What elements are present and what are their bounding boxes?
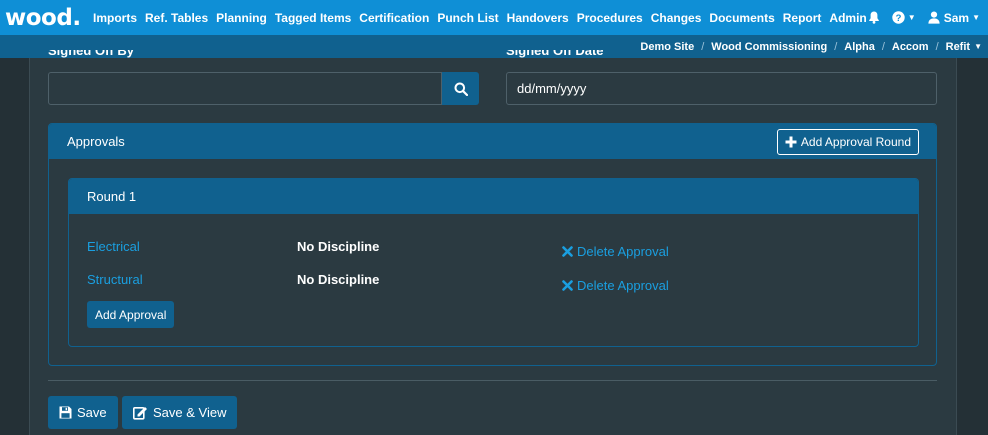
delete-approval-button[interactable]: Delete Approval xyxy=(562,244,669,259)
breadcrumb-separator: / xyxy=(701,40,705,53)
close-icon xyxy=(562,280,573,291)
user-icon xyxy=(928,11,940,24)
add-approval-round-label: Add Approval Round xyxy=(800,134,911,149)
approval-status: No Discipline xyxy=(297,239,380,254)
search-icon xyxy=(454,82,468,96)
approval-row: Electrical No Discipline Delete Approval xyxy=(69,239,918,259)
brand-logo[interactable]: wood. xyxy=(5,5,89,31)
form-divider xyxy=(48,380,937,381)
save-label: Save xyxy=(77,405,107,420)
approval-discipline-link[interactable]: Electrical xyxy=(87,239,140,254)
approvals-title: Approvals xyxy=(67,134,125,149)
floppy-disk-icon xyxy=(59,406,72,419)
breadcrumb-separator: / xyxy=(834,40,838,53)
nav-item-tagged-items[interactable]: Tagged Items xyxy=(275,11,351,25)
add-approval-round-button[interactable]: Add Approval Round xyxy=(776,128,919,155)
help-menu-button[interactable]: ? ▼ xyxy=(892,11,916,24)
notifications-button[interactable] xyxy=(868,11,880,24)
delete-approval-button[interactable]: Delete Approval xyxy=(562,278,669,293)
nav-item-certification[interactable]: Certification xyxy=(359,11,429,25)
chevron-down-icon[interactable]: ▼ xyxy=(974,42,982,51)
approval-discipline-link[interactable]: Structural xyxy=(87,272,143,287)
approval-status: No Discipline xyxy=(297,272,380,287)
approvals-header: Approvals Add Approval Round xyxy=(49,124,936,159)
delete-approval-label: Delete Approval xyxy=(577,244,669,259)
nav-item-punch-list[interactable]: Punch List xyxy=(437,11,498,25)
chevron-down-icon: ▼ xyxy=(972,13,980,22)
round-title: Round 1 xyxy=(69,179,918,214)
signed-off-date-label: Signed Off Date xyxy=(506,50,604,58)
breadcrumb-item-subsystem[interactable]: Refit xyxy=(946,41,970,53)
chevron-down-icon: ▼ xyxy=(907,13,916,22)
breadcrumb-item-site[interactable]: Demo Site xyxy=(640,41,694,53)
search-button[interactable] xyxy=(442,72,479,105)
main-nav: Imports Ref. Tables Planning Tagged Item… xyxy=(89,11,871,25)
approval-round: Round 1 Electrical No Discipline Delete … xyxy=(68,178,919,347)
breadcrumb: Demo Site / Wood Commissioning / Alpha /… xyxy=(0,35,988,58)
save-and-view-button[interactable]: Save & View xyxy=(122,396,238,429)
nav-item-planning[interactable]: Planning xyxy=(216,11,267,25)
edit-document-icon xyxy=(133,406,147,420)
nav-item-admin[interactable]: Admin xyxy=(829,11,866,25)
signed-off-date-input[interactable]: dd/mm/yyyy xyxy=(506,72,937,105)
nav-item-documents[interactable]: Documents xyxy=(709,11,774,25)
breadcrumb-separator: / xyxy=(881,40,885,53)
nav-item-changes[interactable]: Changes xyxy=(651,11,702,25)
bell-icon xyxy=(868,11,879,24)
breadcrumb-item-project[interactable]: Wood Commissioning xyxy=(711,41,827,53)
plus-icon xyxy=(785,136,797,147)
breadcrumb-item-system[interactable]: Accom xyxy=(892,41,929,53)
save-and-view-label: Save & View xyxy=(153,405,227,420)
nav-item-ref-tables[interactable]: Ref. Tables xyxy=(145,11,208,25)
approvals-panel: Approvals Add Approval Round Round 1 Ele… xyxy=(48,123,937,366)
save-button[interactable]: Save xyxy=(48,396,118,429)
nav-right-tools: ? ▼ Sam ▼ xyxy=(868,0,980,35)
nav-item-report[interactable]: Report xyxy=(783,11,822,25)
top-navbar: wood. Imports Ref. Tables Planning Tagge… xyxy=(0,0,988,35)
nav-item-imports[interactable]: Imports xyxy=(93,11,137,25)
breadcrumb-item-area[interactable]: Alpha xyxy=(844,41,875,53)
help-icon: ? xyxy=(892,11,905,24)
signed-off-by-input[interactable] xyxy=(48,72,442,105)
delete-approval-label: Delete Approval xyxy=(577,278,669,293)
user-name: Sam xyxy=(943,10,970,25)
close-icon xyxy=(562,246,573,257)
signed-off-by-label: Signed Off By xyxy=(48,50,134,58)
nav-item-procedures[interactable]: Procedures xyxy=(577,11,643,25)
breadcrumb-separator: / xyxy=(935,40,939,53)
svg-text:?: ? xyxy=(895,13,901,24)
user-menu-button[interactable]: Sam ▼ xyxy=(928,11,980,25)
approval-row: Structural No Discipline Delete Approval xyxy=(69,272,918,293)
add-approval-button[interactable]: Add Approval xyxy=(87,301,175,328)
nav-item-handovers[interactable]: Handovers xyxy=(507,11,569,25)
